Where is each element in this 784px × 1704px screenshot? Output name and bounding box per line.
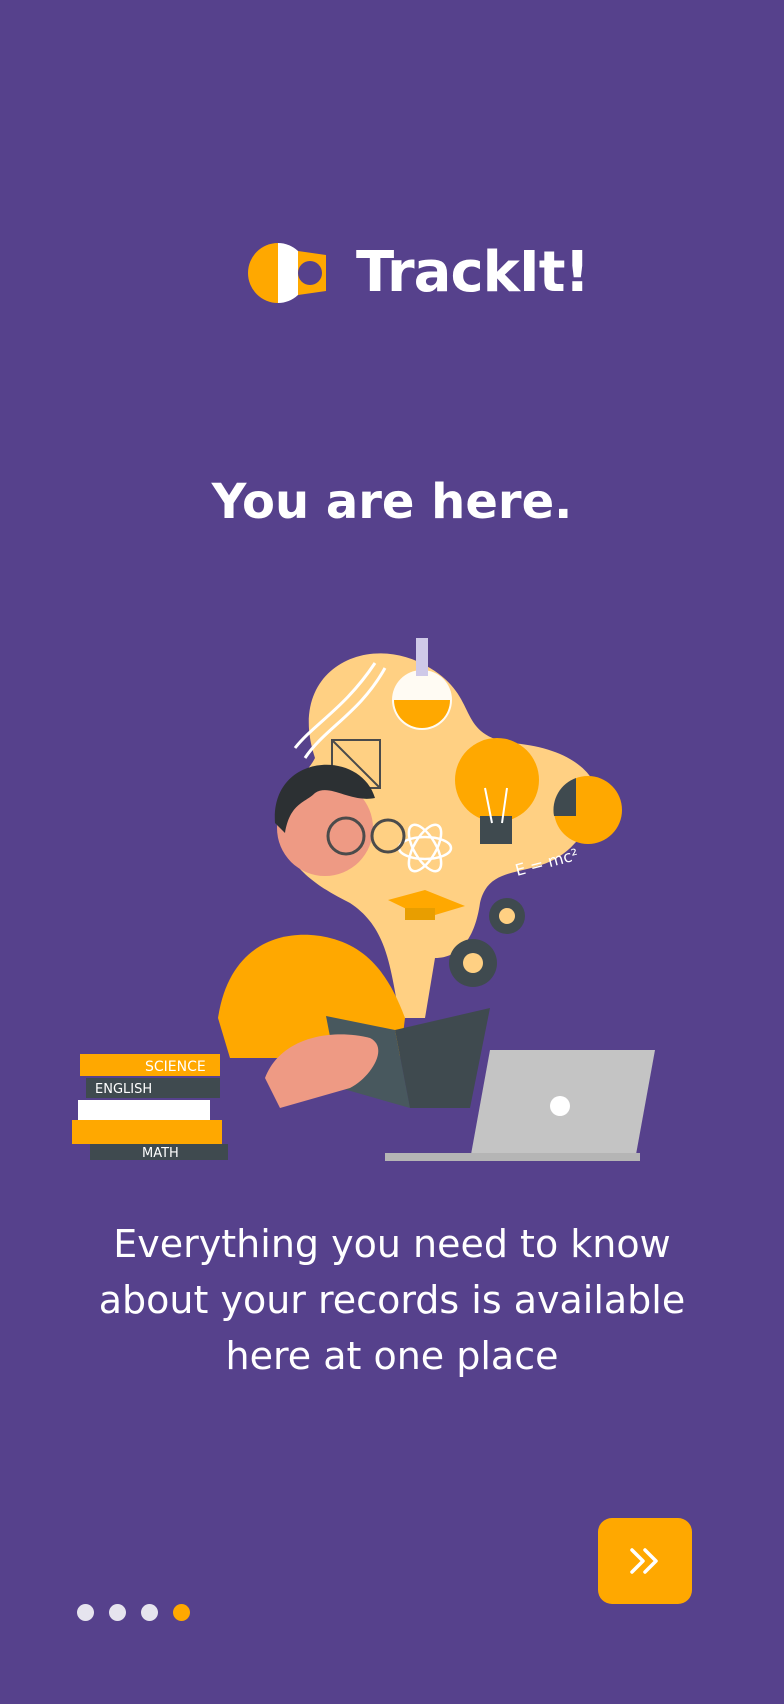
app-title: TrackIt! [356,240,590,305]
book-math-label: MATH [142,1146,179,1161]
book-english-label: ENGLISH [95,1082,152,1097]
pagination-dot-active[interactable] [173,1604,190,1621]
onboarding-description: Everything you need to know about your r… [98,1222,686,1378]
brand-header: TrackIt! [230,240,590,305]
pagination-dot[interactable] [77,1604,94,1621]
onboarding-screen: TrackIt! You are here. E = mc² SCIENCE E… [0,0,784,1704]
double-chevron-right-icon [630,1548,658,1574]
pagination-dot[interactable] [141,1604,158,1621]
student-studying-illustration: E = mc² SCIENCE ENGLISH MATH [72,638,655,1161]
pagination-dot[interactable] [109,1604,126,1621]
headline: You are here. [211,474,573,530]
next-button[interactable] [598,1518,692,1604]
book-science-label: SCIENCE [145,1059,206,1075]
pagination-dots [77,1604,205,1621]
trackit-logo-icon [248,242,326,303]
